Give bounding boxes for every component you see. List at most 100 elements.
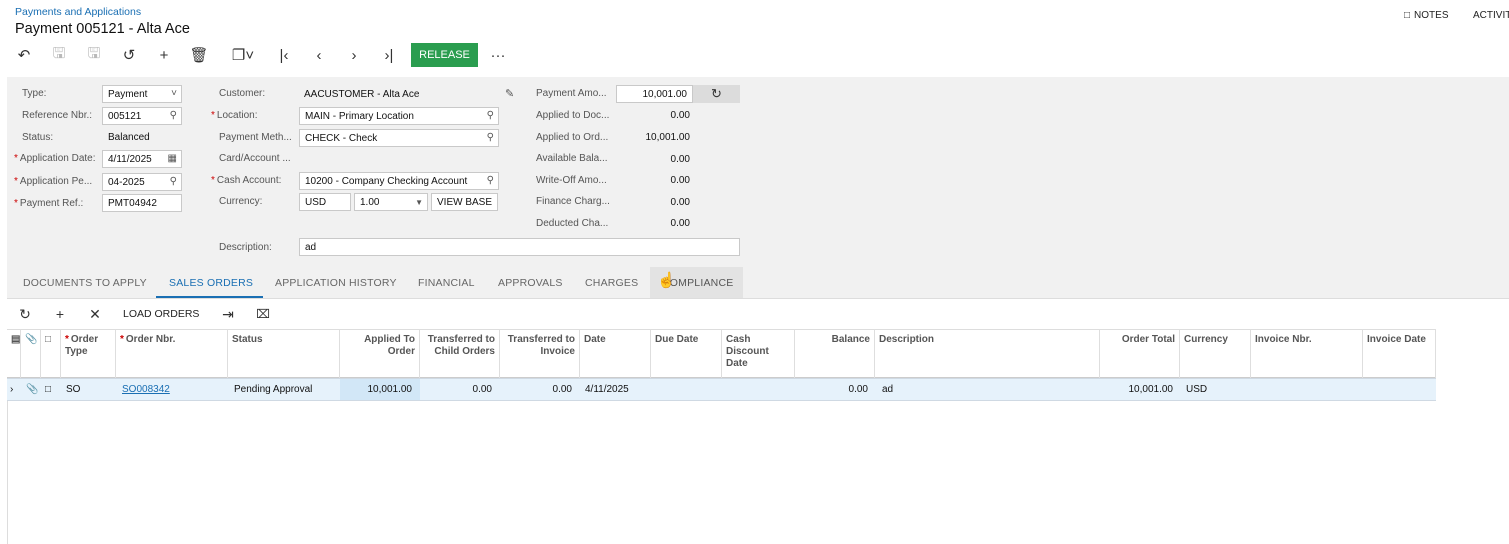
payment-amount-value: 10,001.00 — [642, 88, 688, 100]
tab-documents-to-apply[interactable]: DOCUMENTS TO APPLY — [23, 277, 147, 289]
applied-doc-value: 0.00 — [670, 110, 690, 121]
cell-applied-to-order[interactable]: 10,001.00 — [344, 384, 413, 395]
save-close-icon[interactable]: 🖫 — [48, 44, 70, 66]
cell-transferred-invoice[interactable]: 0.00 — [504, 384, 572, 395]
description-field[interactable]: ad — [299, 238, 740, 256]
attachment-icon: 📎 — [21, 329, 41, 378]
col-balance[interactable]: Balance — [795, 329, 875, 378]
more-icon[interactable]: ··· — [487, 44, 509, 66]
reference-label: Reference Nbr.: — [22, 110, 93, 121]
tab-financial[interactable]: FINANCIAL — [418, 277, 475, 289]
cell-currency[interactable]: USD — [1186, 384, 1207, 395]
expand-row-icon[interactable]: › — [10, 384, 13, 395]
refresh-icon[interactable]: ↻ — [16, 305, 34, 323]
previous-record-icon[interactable]: ‹ — [308, 44, 330, 66]
search-icon[interactable]: ⚲ — [487, 110, 494, 121]
sales-orders-grid: ▤ 📎 □ * Order Type * Order Nbr. Status App… — [7, 329, 1436, 401]
status-value: Balanced — [108, 132, 150, 143]
calendar-icon[interactable]: ▦ — [168, 153, 177, 164]
delete-icon[interactable]: 🗑 — [188, 44, 210, 66]
location-field[interactable]: MAIN - Primary Location ⚲ — [299, 107, 499, 125]
applied-doc-label: Applied to Doc... — [536, 110, 610, 121]
col-invoice-nbr[interactable]: Invoice Nbr. — [1251, 329, 1363, 378]
copy-paste-icon[interactable]: ❐˅ — [225, 44, 261, 66]
col-status[interactable]: Status — [228, 329, 340, 378]
search-icon[interactable]: ⚲ — [170, 110, 177, 121]
currency-field[interactable]: USD — [299, 193, 351, 211]
col-invoice-date[interactable]: Invoice Date — [1363, 329, 1436, 378]
tab-approvals[interactable]: APPROVALS — [498, 277, 563, 289]
payment-method-field[interactable]: CHECK - Check ⚲ — [299, 129, 499, 147]
col-description[interactable]: Description — [875, 329, 1100, 378]
available-balance-label: Available Bala... — [536, 153, 608, 164]
cash-account-field[interactable]: 10200 - Company Checking Account ⚲ — [299, 172, 499, 190]
card-account-label: Card/Account ... — [219, 153, 291, 164]
export-excel-icon[interactable]: ⌧ — [254, 305, 272, 323]
fit-columns-icon[interactable]: ⇥ — [219, 305, 237, 323]
customer-value: AACUSTOMER - Alta Ace — [304, 89, 420, 100]
col-due-date[interactable]: Due Date — [651, 329, 722, 378]
first-record-icon[interactable]: |‹ — [273, 44, 295, 66]
undo-icon[interactable]: ↺ — [118, 44, 140, 66]
cell-balance[interactable]: 0.00 — [799, 384, 868, 395]
note-icon: □ — [1404, 10, 1411, 21]
tab-application-history[interactable]: APPLICATION HISTORY — [275, 277, 397, 289]
tab-charges[interactable]: CHARGES — [585, 277, 638, 289]
col-date[interactable]: Date — [580, 329, 651, 378]
application-date-field[interactable]: 4/11/2025 ▦ — [102, 150, 182, 168]
edit-icon[interactable]: ✎ — [505, 87, 514, 100]
col-order-total[interactable]: Order Total — [1100, 329, 1180, 378]
currency-rate-field[interactable]: 1.00 ▼ — [354, 193, 428, 211]
payment-amount-label: Payment Amo... — [536, 88, 607, 99]
breadcrumb[interactable]: Payments and Applications — [15, 6, 141, 18]
type-select[interactable]: Payment ˅ — [102, 85, 182, 103]
col-order-nbr[interactable]: * Order Nbr. — [116, 329, 228, 378]
payment-ref-value: PMT04942 — [108, 197, 157, 209]
payment-ref-field[interactable]: PMT04942 — [102, 194, 182, 212]
reference-field[interactable]: 005121 ⚲ — [102, 107, 182, 125]
last-record-icon[interactable]: ›| — [378, 44, 400, 66]
col-transferred-child[interactable]: Transferred to Child Orders — [420, 329, 500, 378]
cell-order-total[interactable]: 10,001.00 — [1104, 384, 1174, 395]
col-cash-discount-date[interactable]: Cash Discount Date — [722, 329, 795, 378]
search-icon[interactable]: ⚲ — [170, 176, 177, 187]
back-icon[interactable]: ↶ — [13, 44, 35, 66]
add-icon[interactable]: + — [153, 44, 175, 66]
cell-status[interactable]: Pending Approval — [234, 384, 312, 395]
col-applied-to-order[interactable]: Applied To Order — [340, 329, 420, 378]
caret-down-icon: ▼ — [415, 198, 423, 207]
location-label: * Location: — [211, 110, 258, 121]
table-row[interactable]: › 📎 □ SO SO008342 Pending Approval 10,00… — [7, 378, 1436, 401]
refresh-icon[interactable]: ↻ — [693, 85, 740, 103]
col-order-type[interactable]: * Order Type — [61, 329, 116, 378]
attachment-icon[interactable]: 📎 — [26, 384, 38, 395]
save-icon[interactable]: 🖫 — [83, 44, 105, 66]
payment-method-value: CHECK - Check — [305, 132, 378, 144]
view-base-button[interactable]: VIEW BASE — [431, 193, 498, 211]
load-orders-button[interactable]: LOAD ORDERS — [123, 308, 199, 320]
col-transferred-invoice[interactable]: Transferred to Invoice — [500, 329, 580, 378]
activities-button[interactable]: ACTIVITI — [1473, 10, 1509, 21]
cell-order-type[interactable]: SO — [66, 384, 80, 395]
release-button[interactable]: RELEASE — [411, 43, 478, 67]
chevron-down-icon: ˅ — [171, 88, 177, 99]
payment-amount-field[interactable]: 10,001.00 — [616, 85, 693, 103]
search-icon[interactable]: ⚲ — [487, 132, 494, 143]
col-currency[interactable]: Currency — [1180, 329, 1251, 378]
cash-account-value: 10200 - Company Checking Account — [305, 175, 468, 187]
cell-date[interactable]: 4/11/2025 — [585, 384, 629, 395]
notes-button[interactable]: □ NOTES — [1404, 10, 1449, 21]
cell-order-nbr-link[interactable]: SO008342 — [122, 384, 170, 395]
cell-description[interactable]: ad — [882, 384, 893, 395]
note-icon[interactable]: □ — [45, 384, 51, 395]
cell-transferred-child[interactable]: 0.00 — [424, 384, 492, 395]
application-period-field[interactable]: 04-2025 ⚲ — [102, 173, 182, 191]
next-record-icon[interactable]: › — [343, 44, 365, 66]
currency-label: Currency: — [219, 196, 263, 207]
tab-sales-orders[interactable]: SALES ORDERS — [169, 277, 253, 289]
delete-row-icon[interactable]: ✕ — [86, 305, 104, 323]
add-row-icon[interactable]: + — [51, 305, 69, 323]
search-icon[interactable]: ⚲ — [487, 175, 494, 186]
notes-label: NOTES — [1414, 10, 1449, 21]
row-selector-icon[interactable]: ▤ — [7, 329, 21, 378]
